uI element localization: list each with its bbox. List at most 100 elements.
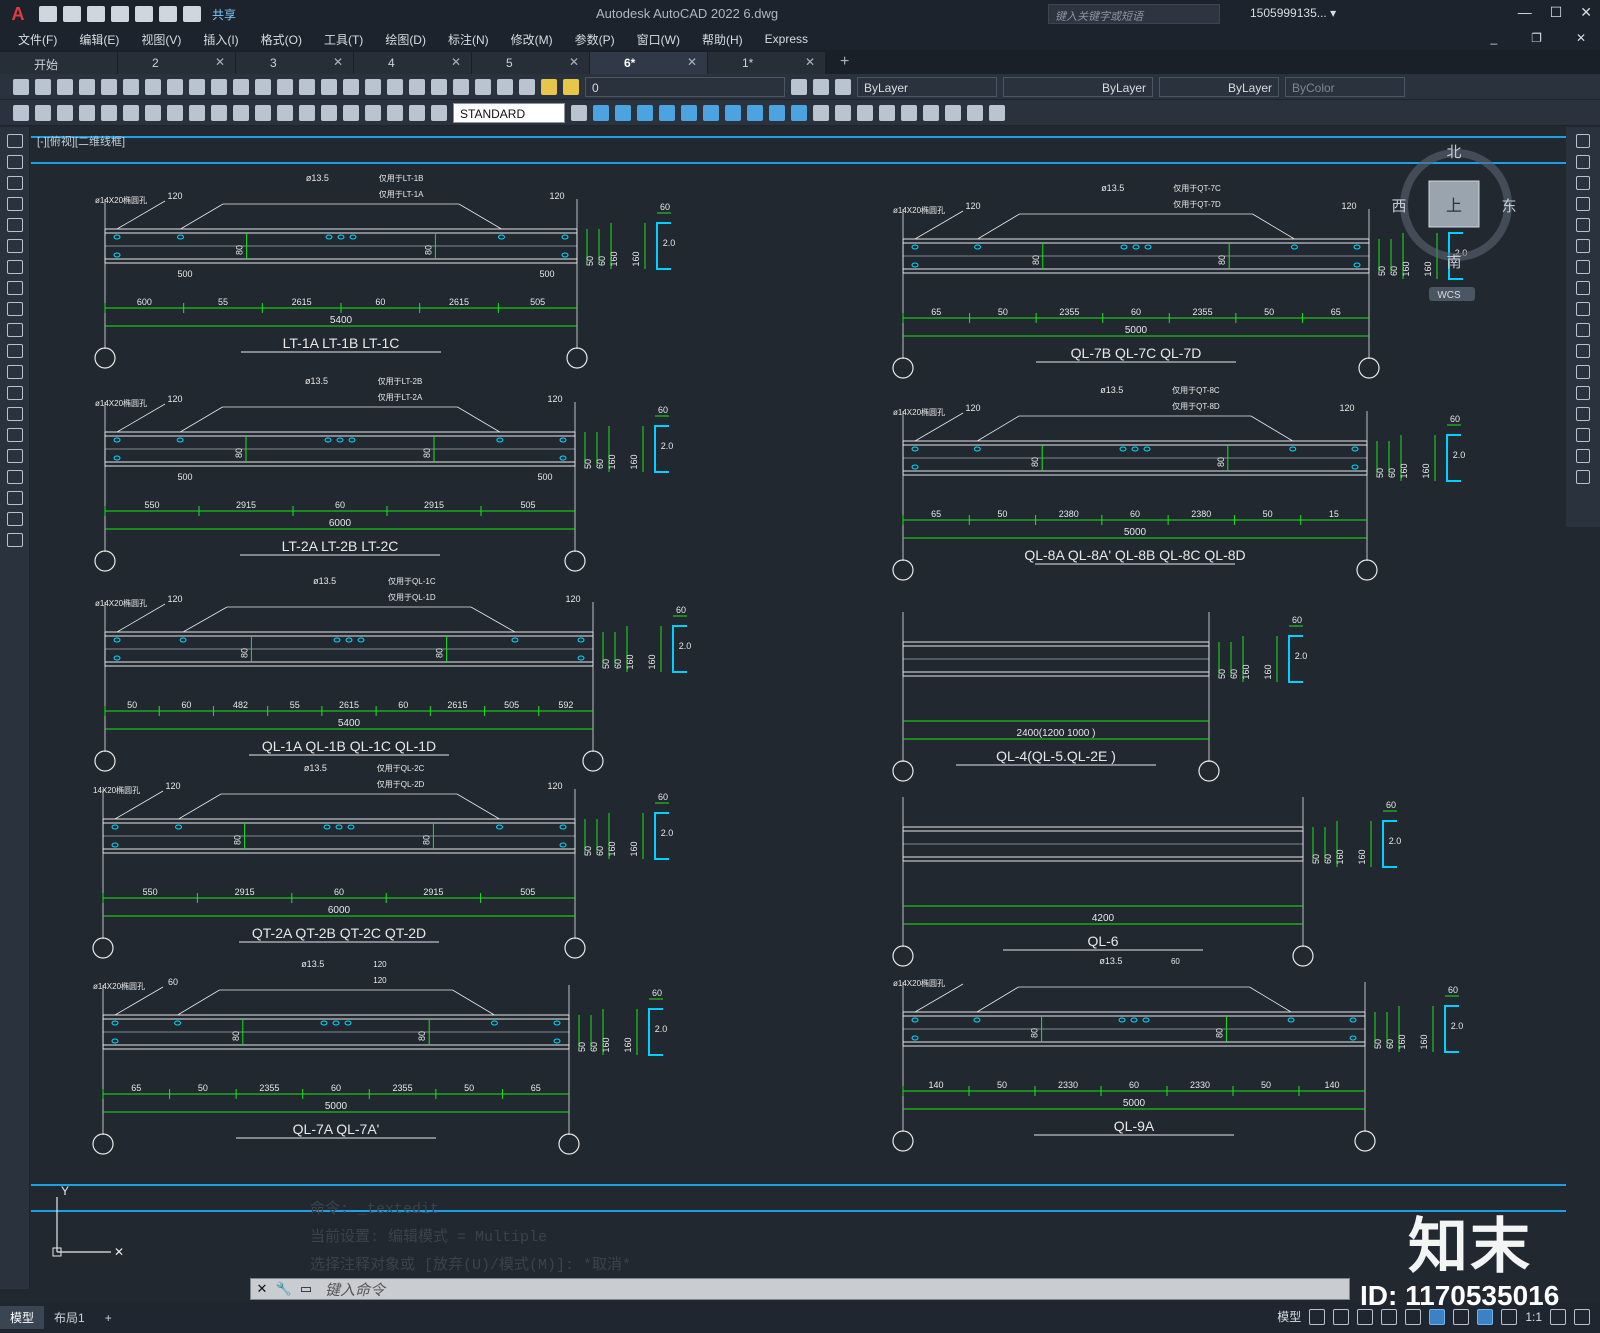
rectangle-icon[interactable]	[6, 218, 23, 232]
ne-iso-icon[interactable]	[769, 104, 785, 121]
dim-update-icon[interactable]	[431, 104, 447, 121]
layer-previous-icon[interactable]	[813, 78, 829, 95]
save-icon[interactable]	[87, 6, 105, 22]
command-line[interactable]: ✕ 🔧 ▭ 键入命令	[250, 1278, 1350, 1300]
dim-space-icon[interactable]	[255, 104, 271, 121]
table-icon[interactable]	[6, 491, 23, 505]
pan-icon[interactable]	[277, 78, 293, 95]
tab-4[interactable]: 4 ✕	[354, 52, 472, 74]
dim-text-edit-icon[interactable]	[409, 104, 425, 121]
help-icon[interactable]	[497, 78, 513, 95]
revision-cloud-icon[interactable]	[6, 281, 23, 295]
join-icon[interactable]	[1576, 386, 1590, 400]
tab-layout1[interactable]: 布局1	[44, 1306, 95, 1329]
ucs-zaxis-icon[interactable]	[967, 104, 983, 121]
markup-icon[interactable]	[453, 78, 469, 95]
undo-icon[interactable]	[233, 78, 249, 95]
zoom-window-icon[interactable]	[321, 78, 337, 95]
chamfer-icon[interactable]	[1576, 407, 1590, 421]
minimize-icon[interactable]: —	[1518, 4, 1532, 21]
tolerance-icon[interactable]	[299, 104, 315, 121]
tab-close-icon[interactable]: ✕	[687, 55, 697, 69]
diameter-icon[interactable]	[145, 104, 161, 121]
nw-iso-icon[interactable]	[791, 104, 807, 121]
linetype-select[interactable]: ByLayer	[1003, 76, 1153, 97]
dim-edit-icon[interactable]	[387, 104, 403, 121]
maximize-icon[interactable]: ☐	[1550, 4, 1563, 21]
calculator-icon[interactable]	[475, 78, 491, 95]
menu-modify[interactable]: 修改(M)	[511, 31, 553, 48]
menu-dimension[interactable]: 标注(N)	[448, 31, 489, 48]
autocad-logo-icon[interactable]: A	[0, 0, 36, 28]
paste-icon[interactable]	[189, 78, 205, 95]
search-input[interactable]: 键入关键字或短语	[1048, 4, 1220, 24]
menu-format[interactable]: 格式(O)	[261, 31, 302, 48]
ucs-view-icon[interactable]	[923, 104, 939, 121]
polyline-icon[interactable]	[6, 176, 23, 190]
mirror-icon[interactable]	[1576, 176, 1590, 190]
sw-iso-icon[interactable]	[725, 104, 741, 121]
doc-minimize-icon[interactable]: _	[1490, 31, 1497, 45]
ucs-icon[interactable]	[813, 104, 829, 121]
ordinate-icon[interactable]	[79, 104, 95, 121]
layer-freeze-icon[interactable]	[563, 78, 579, 95]
menu-express[interactable]: Express	[765, 32, 808, 46]
se-iso-icon[interactable]	[747, 104, 763, 121]
recent-commands-icon[interactable]: ▭	[295, 1281, 317, 1297]
make-current-icon[interactable]	[791, 78, 807, 95]
new-tab-icon[interactable]: +	[840, 53, 849, 74]
dimstyle-icon[interactable]	[571, 104, 587, 121]
layer-state-icon[interactable]	[835, 78, 851, 95]
add-selected-icon[interactable]	[6, 533, 23, 547]
tab-close-icon[interactable]: ✕	[333, 55, 343, 69]
construction-line-icon[interactable]	[6, 155, 23, 169]
view-left-icon[interactable]	[637, 104, 653, 121]
linear-dim-icon[interactable]	[13, 104, 29, 121]
customize-status-icon[interactable]	[1574, 1308, 1590, 1325]
arc-length-icon[interactable]	[57, 104, 73, 121]
radius-icon[interactable]	[101, 104, 117, 121]
line-icon[interactable]	[6, 134, 23, 148]
design-center-icon[interactable]	[387, 78, 403, 95]
menu-draw[interactable]: 绘图(D)	[385, 31, 426, 48]
snap-icon[interactable]	[1333, 1308, 1350, 1325]
tab-close-icon[interactable]: ✕	[215, 55, 225, 69]
menu-file[interactable]: 文件(F)	[18, 31, 57, 48]
add-layout-icon[interactable]: +	[95, 1308, 122, 1328]
inspection-icon[interactable]	[343, 104, 359, 121]
layer-manager-icon[interactable]	[519, 78, 535, 95]
doc-restore-icon[interactable]: ❐	[1531, 31, 1542, 45]
angular-icon[interactable]	[167, 104, 183, 121]
point-icon[interactable]	[6, 407, 23, 421]
dim-break-icon[interactable]	[277, 104, 293, 121]
explode-icon[interactable]	[1576, 470, 1590, 484]
plot-icon[interactable]	[135, 6, 153, 22]
tab-close-icon[interactable]: ✕	[805, 55, 815, 69]
make-block-icon[interactable]	[6, 386, 23, 400]
grid-icon[interactable]	[1309, 1308, 1326, 1325]
jogged-icon[interactable]	[123, 104, 139, 121]
command-input[interactable]: 键入命令	[317, 1279, 385, 1300]
tab-2[interactable]: 2 ✕	[118, 52, 236, 74]
ellipse-arc-icon[interactable]	[6, 344, 23, 358]
menu-view[interactable]: 视图(V)	[141, 31, 181, 48]
rotate-icon[interactable]	[1576, 260, 1590, 274]
print-icon[interactable]	[79, 78, 95, 95]
zoom-previous-icon[interactable]	[343, 78, 359, 95]
sheet-set-icon[interactable]	[431, 78, 447, 95]
region-icon[interactable]	[6, 470, 23, 484]
new-icon[interactable]	[13, 78, 29, 95]
zoom-icon[interactable]	[299, 78, 315, 95]
menu-help[interactable]: 帮助(H)	[702, 31, 743, 48]
view-right-icon[interactable]	[659, 104, 675, 121]
fillet-icon[interactable]	[1576, 428, 1590, 442]
array-icon[interactable]	[1576, 218, 1590, 232]
layer-select[interactable]: 0	[585, 76, 785, 97]
match-properties-icon[interactable]	[211, 78, 227, 95]
drawing-canvas[interactable]: ø14X20椭圆孔 ø13.5 仅用于LT-1B 仅用于LT-1A 120 120 500 5…	[31, 127, 1566, 1289]
color-select[interactable]: ByLayer	[857, 76, 997, 97]
tool-palette-icon[interactable]	[409, 78, 425, 95]
close-cmdline-icon[interactable]: ✕	[251, 1281, 273, 1297]
menu-tools[interactable]: 工具(T)	[324, 31, 363, 48]
close-icon[interactable]: ✕	[1580, 4, 1592, 21]
